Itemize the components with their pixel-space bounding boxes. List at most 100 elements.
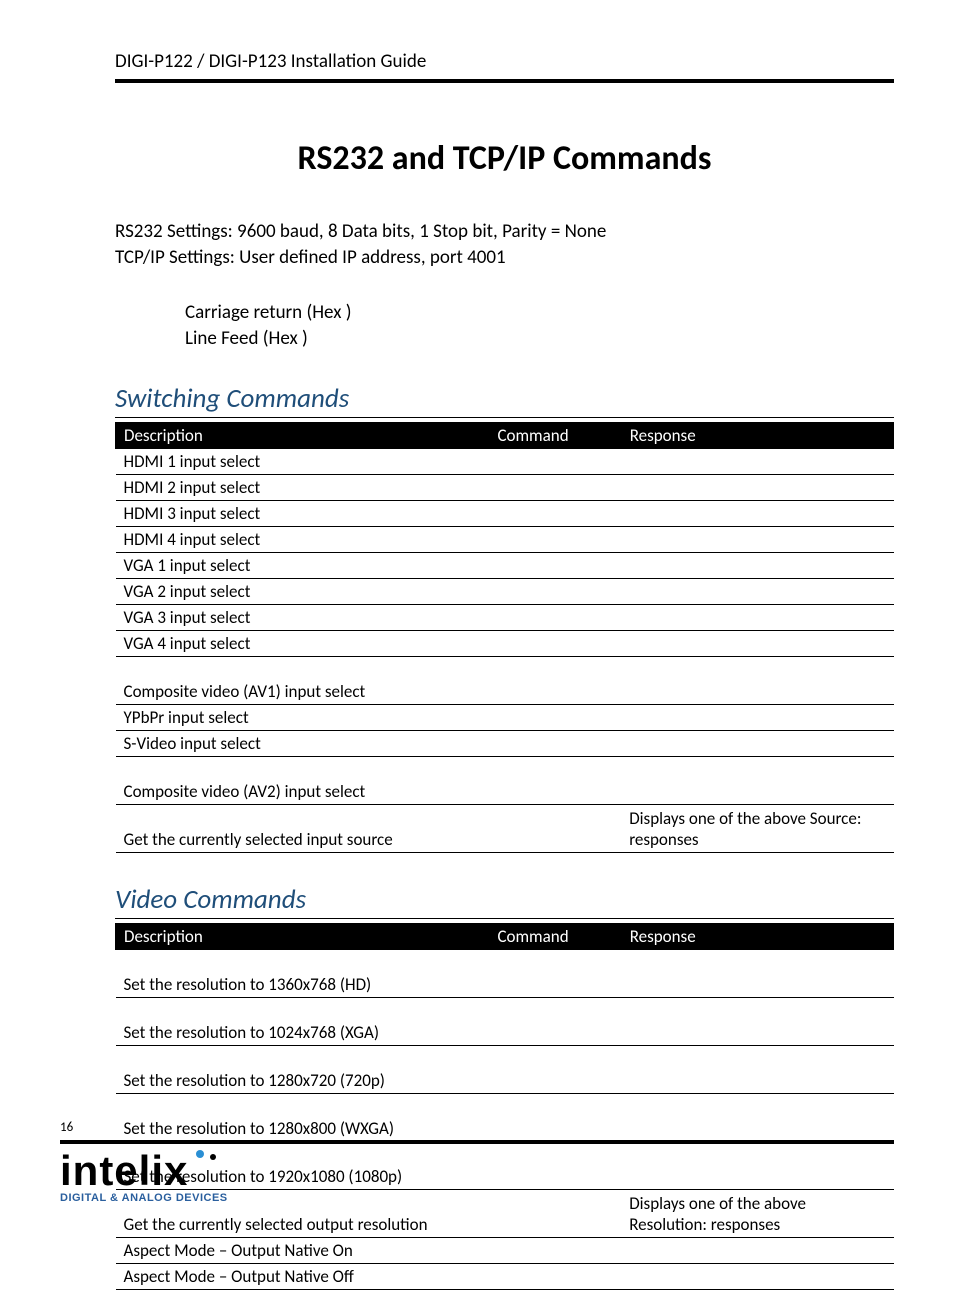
cell-command: [489, 704, 621, 730]
table-row: Get the currently selected output resolu…: [116, 1189, 894, 1237]
carriage-return-line: Carriage return (Hex ): [185, 300, 894, 326]
cell-description: HDMI 3 input select: [116, 500, 489, 526]
cell-description: Set the resolution to 1024x768 (XGA): [116, 997, 489, 1045]
cell-description: Composite video (AV1) input select: [116, 656, 489, 704]
cell-response: [621, 656, 893, 704]
cell-description: VGA 4 input select: [116, 630, 489, 656]
cell-description: VGA 3 input select: [116, 604, 489, 630]
cell-description: Composite video (AV2) input select: [116, 756, 489, 804]
col-response: Response: [621, 923, 893, 949]
cell-command: [489, 578, 621, 604]
cell-response: [621, 526, 893, 552]
cell-command: [489, 500, 621, 526]
table-row: S-Video input select: [116, 730, 894, 756]
cell-response: [621, 730, 893, 756]
table-row: HDMI 4 input select: [116, 526, 894, 552]
logo-accent-dot2-icon: [210, 1154, 216, 1160]
cell-description: HDMI 2 input select: [116, 474, 489, 500]
intelix-logo: intelix DIGITAL & ANALOG DEVICES: [60, 1152, 228, 1204]
table-row: Aspect Mode – Output Native On: [116, 1237, 894, 1263]
cell-description: Get the currently selected input source: [116, 804, 489, 852]
page-title: RS232 and TCP/IP Commands: [115, 138, 894, 179]
cell-description: VGA 2 input select: [116, 578, 489, 604]
table-row: Set the resolution to 1280x800 (WXGA): [116, 1093, 894, 1141]
switching-commands-table: Description Command Response HDMI 1 inpu…: [115, 422, 894, 853]
cell-command: [489, 1237, 621, 1263]
cell-command: [489, 997, 621, 1045]
cell-response: [621, 1093, 893, 1141]
cell-response: [621, 604, 893, 630]
cell-command: [489, 1141, 621, 1189]
cell-command: [489, 1045, 621, 1093]
header-rule: [115, 79, 894, 83]
cell-description: Set the resolution to 1360x768 (HD): [116, 949, 489, 997]
cell-command: [489, 756, 621, 804]
table-row: VGA 1 input select: [116, 552, 894, 578]
table-row: HDMI 1 input select: [116, 448, 894, 474]
cell-description: Set the resolution to 1280x720 (720p): [116, 1045, 489, 1093]
cell-response: [621, 1045, 893, 1093]
cell-response: [621, 756, 893, 804]
table-row: Set the resolution to 1280x720 (720p): [116, 1045, 894, 1093]
col-description: Description: [116, 422, 489, 448]
table-row: Set the resolution to 1024x768 (XGA): [116, 997, 894, 1045]
cell-description: YPbPr input select: [116, 704, 489, 730]
table-row: VGA 3 input select: [116, 604, 894, 630]
cell-response: [621, 552, 893, 578]
table-row: Composite video (AV1) input select: [116, 656, 894, 704]
cell-response: [621, 704, 893, 730]
settings-block: RS232 Settings: 9600 baud, 8 Data bits, …: [115, 219, 894, 270]
cell-response: [621, 949, 893, 997]
cell-response: [621, 500, 893, 526]
line-terminator-block: Carriage return (Hex ) Line Feed (Hex ): [185, 300, 894, 351]
cell-command: [489, 552, 621, 578]
page-header: DIGI-P122 / DIGI-P123 Installation Guide: [115, 50, 894, 83]
table-row: Composite video (AV2) input select: [116, 756, 894, 804]
cell-command: [489, 630, 621, 656]
rs232-settings: RS232 Settings: 9600 baud, 8 Data bits, …: [115, 219, 894, 245]
cell-description: Aspect Mode – Output Native Off: [116, 1263, 489, 1289]
logo-wordmark: intelix: [60, 1152, 228, 1190]
table-row: Aspect Mode – Output Native Off: [116, 1263, 894, 1289]
cell-command: [489, 1263, 621, 1289]
col-command: Command: [489, 923, 621, 949]
main-content: RS232 and TCP/IP Commands RS232 Settings…: [115, 138, 894, 1290]
cell-command: [489, 526, 621, 552]
col-response: Response: [621, 422, 893, 448]
video-commands-heading: Video Commands: [115, 883, 894, 919]
cell-description: Aspect Mode – Output Native On: [116, 1237, 489, 1263]
cell-command: [489, 804, 621, 852]
line-feed-line: Line Feed (Hex ): [185, 326, 894, 352]
page-number: 16: [60, 1120, 73, 1135]
cell-description: HDMI 4 input select: [116, 526, 489, 552]
cell-command: [489, 448, 621, 474]
col-description: Description: [116, 923, 489, 949]
cell-response: [621, 997, 893, 1045]
cell-response: [621, 448, 893, 474]
table-row: Set the resolution to 1920x1080 (1080p): [116, 1141, 894, 1189]
table-row: Set the resolution to 1360x768 (HD): [116, 949, 894, 997]
switching-commands-heading: Switching Commands: [115, 382, 894, 418]
table-row: HDMI 2 input select: [116, 474, 894, 500]
cell-response: Displays one of the above Resolution: re…: [621, 1189, 893, 1237]
cell-response: Displays one of the above Source: respon…: [621, 804, 893, 852]
table-row: Get the currently selected input source D…: [116, 804, 894, 852]
cell-command: [489, 730, 621, 756]
col-command: Command: [489, 422, 621, 448]
cell-command: [489, 656, 621, 704]
cell-command: [489, 1189, 621, 1237]
tcpip-settings: TCP/IP Settings: User defined IP address…: [115, 245, 894, 271]
cell-description: HDMI 1 input select: [116, 448, 489, 474]
cell-response: [621, 578, 893, 604]
cell-command: [489, 949, 621, 997]
cell-response: [621, 1141, 893, 1189]
cell-response: [621, 1263, 893, 1289]
table-row: HDMI 3 input select: [116, 500, 894, 526]
cell-command: [489, 1093, 621, 1141]
cell-command: [489, 474, 621, 500]
table-row: YPbPr input select: [116, 704, 894, 730]
logo-accent-dot-icon: [196, 1150, 204, 1158]
table-row: VGA 2 input select: [116, 578, 894, 604]
cell-command: [489, 604, 621, 630]
cell-response: [621, 474, 893, 500]
